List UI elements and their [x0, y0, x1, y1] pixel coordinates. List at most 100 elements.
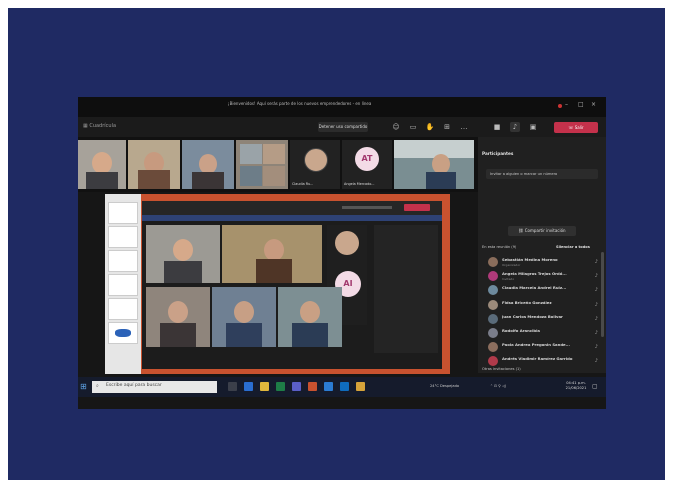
mini-tile — [263, 166, 285, 186]
search-text: Escribe aquí para buscar — [106, 383, 162, 388]
participant-row[interactable]: Paola Andrea Pregonin Sande... ♪ — [488, 340, 600, 354]
microphone-muted-icon: ♪ — [594, 358, 598, 365]
inner-meeting-window: AI — [142, 201, 442, 369]
avatar-initials: AT — [355, 147, 379, 171]
avatar-tile[interactable]: Claudia Ru... — [290, 140, 340, 189]
chat-icon[interactable]: ▭ — [408, 122, 418, 132]
panel-scrollbar[interactable] — [601, 252, 604, 337]
inner-video-tile — [146, 225, 220, 283]
avatar — [304, 148, 328, 172]
video-tile[interactable] — [78, 140, 126, 189]
inner-video-tile — [212, 287, 276, 347]
teams-icon[interactable] — [292, 382, 301, 391]
people-icon[interactable]: ☺ — [391, 122, 401, 132]
word-icon[interactable] — [324, 382, 333, 391]
participant-face — [173, 239, 193, 261]
inner-video-tile — [146, 287, 210, 347]
raise-hand-icon[interactable]: ✋ — [425, 122, 435, 132]
participant-row[interactable]: Angela Milagros Trejos Ordó... Invitado ♪ — [488, 269, 600, 283]
notifications-icon[interactable]: ▢ — [592, 383, 598, 390]
link-icon: ⛓ — [518, 228, 524, 233]
task-view-icon[interactable] — [228, 382, 237, 391]
office-wall — [394, 140, 474, 158]
view-label[interactable]: ▦ Cuadrícula — [83, 123, 116, 129]
mini-tile — [240, 144, 262, 164]
avatar — [488, 257, 498, 267]
microphone-muted-icon: ♪ — [594, 287, 598, 294]
video-tile[interactable] — [236, 140, 288, 189]
participant-name: Sebastián Medina Moreno — [502, 257, 558, 262]
rooms-icon[interactable]: ⊞ — [442, 122, 452, 132]
tile-name: Angela Mercado... — [344, 182, 375, 186]
avatar-tile[interactable]: AT Angela Mercado... — [342, 140, 392, 189]
participant-face — [199, 154, 217, 174]
participant-shirt — [292, 323, 328, 347]
video-tile[interactable] — [394, 140, 474, 189]
microphone-muted-icon: ♪ — [594, 259, 598, 265]
tray-icons[interactable]: ⌃ ⊡ ⚲ ◁) — [490, 384, 506, 388]
share-invite-button[interactable]: ⛓ Compartir invitación — [508, 226, 576, 236]
maximize-icon[interactable]: □ — [578, 102, 584, 108]
outlook-icon[interactable] — [340, 382, 349, 391]
participant-row[interactable]: Rodolfo Arancibia ♪ — [488, 326, 600, 340]
clock-date: 21/06/2021 — [565, 386, 587, 390]
file-explorer-icon[interactable] — [260, 382, 269, 391]
powerpoint-icon[interactable] — [308, 382, 317, 391]
participant-row[interactable]: Fidsa Briceño González ♪ — [488, 298, 600, 312]
slide-thumb[interactable] — [108, 226, 138, 248]
more-icon[interactable]: … — [459, 122, 469, 132]
close-icon[interactable]: × — [591, 102, 597, 108]
camera-icon[interactable]: ■ — [492, 122, 502, 132]
avatar — [488, 342, 498, 353]
inner-side-panel — [374, 225, 438, 353]
microphone-muted-icon: ♪ — [594, 315, 598, 322]
participant-face — [234, 301, 254, 323]
other-invites[interactable]: Otras invitaciones (1) — [482, 367, 521, 371]
participant-face — [92, 152, 112, 174]
participant-face — [300, 301, 320, 323]
avatar — [488, 313, 498, 324]
video-tile[interactable] — [128, 140, 180, 189]
video-tile[interactable] — [182, 140, 234, 189]
video-strip: Claudia Ru... AT Angela Mercado... — [78, 137, 483, 192]
participant-face — [168, 301, 188, 323]
taskbar-clock[interactable]: 04:41 p.m. 21/06/2021 — [565, 381, 587, 391]
avatar — [488, 328, 498, 338]
participant-shirt — [426, 172, 456, 189]
weather-widget[interactable]: 24°C Despejado — [430, 384, 459, 388]
minimize-icon[interactable]: – — [565, 102, 571, 108]
slide-graphic — [115, 329, 131, 337]
excel-icon[interactable] — [276, 382, 285, 391]
slide-thumb[interactable] — [108, 322, 138, 344]
microphone-icon[interactable]: ♪ — [510, 122, 520, 132]
slide-thumb[interactable] — [108, 274, 138, 296]
inner-toolbar — [142, 201, 442, 215]
participant-row[interactable]: Claudia Marcela Andrei Ruiz... ♪ — [488, 283, 600, 297]
stop-sharing-button[interactable]: Detener uso compartido — [318, 122, 368, 132]
mute-all-button[interactable]: Silenciar a todos — [556, 245, 590, 249]
edge-icon[interactable] — [244, 382, 253, 391]
title-bar: ¡Bienvenidos! Aquí serás parte de los nu… — [78, 97, 606, 117]
meeting-toolbar: ▦ Cuadrícula Detener uso compartido ☺ ▭ … — [78, 117, 606, 137]
slide-thumb[interactable] — [108, 202, 138, 224]
participant-name: Juan Carlos Mendoza Bolivar — [502, 313, 563, 319]
participant-name: Fidsa Briceño González — [502, 299, 552, 305]
participant-name: Rodolfo Arancibia — [502, 328, 540, 333]
slide-thumb[interactable] — [108, 298, 138, 320]
participant-row[interactable]: Juan Carlos Mendoza Bolivar ♪ — [488, 312, 600, 326]
taskbar-search[interactable]: ⌕ Escribe aquí para buscar — [92, 381, 217, 393]
app-icon[interactable] — [356, 382, 365, 391]
search-icon: ⌕ — [96, 383, 99, 389]
slide-thumbnails — [105, 194, 141, 374]
microphone-muted-icon: ♪ — [594, 301, 598, 308]
invite-input[interactable]: Invitar a alguien o marcar un número — [486, 169, 598, 179]
leave-button[interactable]: ☏ Salir — [554, 122, 598, 133]
windows-start-icon[interactable]: ⊞ — [80, 383, 88, 391]
section-label: En esta reunión (9) — [482, 245, 517, 249]
share-tray-icon[interactable]: ▣ — [528, 122, 538, 132]
slide-thumb[interactable] — [108, 250, 138, 272]
participants-panel: Participantes Invitar a alguien o marcar… — [478, 137, 606, 373]
participant-row[interactable]: Sebastián Medina Moreno Organizador ♪ — [488, 255, 600, 269]
view-label-text: Cuadrícula — [89, 123, 117, 129]
invite-placeholder: Invitar a alguien o marcar un número — [490, 172, 558, 176]
